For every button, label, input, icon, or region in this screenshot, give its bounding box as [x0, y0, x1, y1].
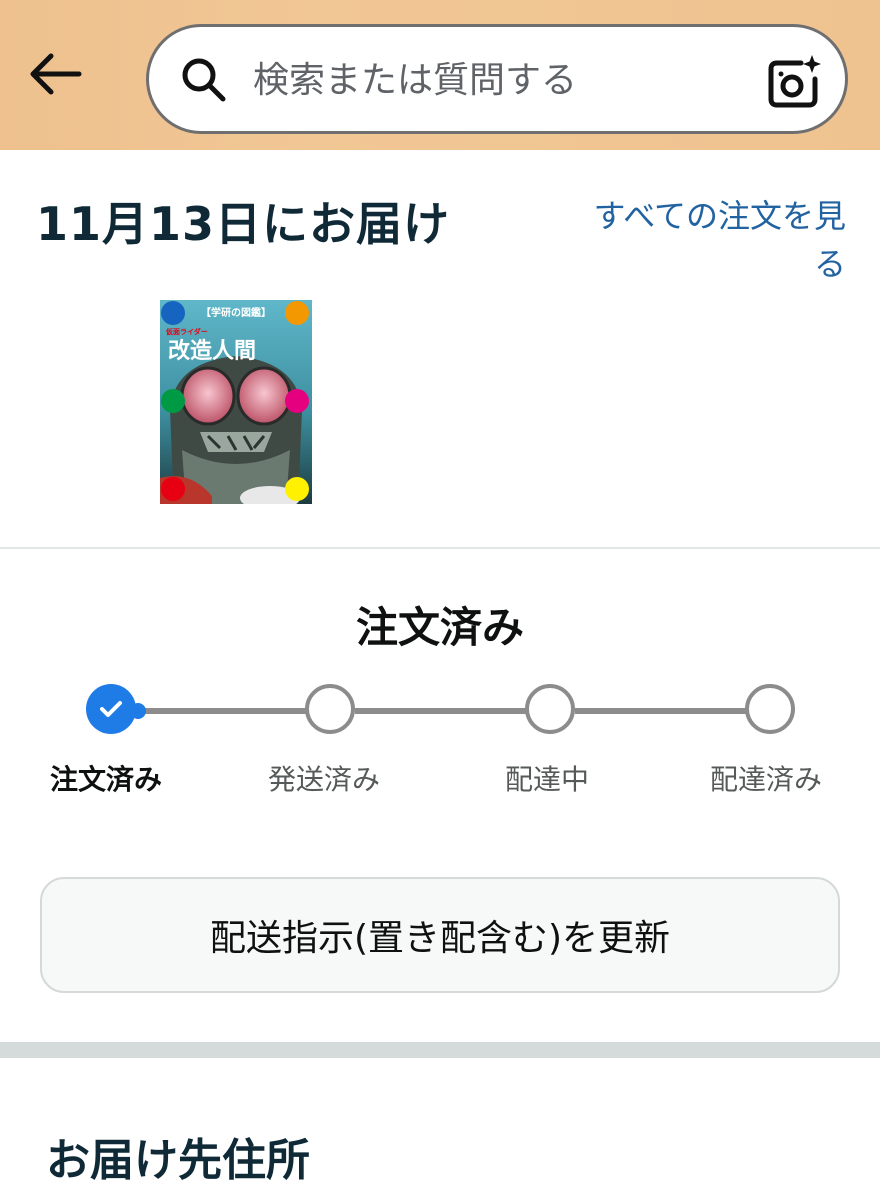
update-delivery-instructions-button[interactable]: 配送指示(置き配含む)を更新 — [40, 877, 840, 993]
book-dot-magenta — [285, 389, 309, 413]
progress-tracker — [0, 670, 880, 750]
book-dot-red — [161, 477, 185, 501]
step-label-delivered: 配達済み — [710, 763, 823, 796]
back-button[interactable] — [22, 44, 88, 104]
product-image[interactable]: 【学研の図鑑】 仮面ライダー 改造人間 — [160, 300, 312, 504]
section-divider — [0, 547, 880, 549]
step-node-delivered — [745, 684, 795, 734]
book-dot-orange — [285, 301, 309, 325]
step-connector-dot — [130, 703, 146, 719]
delivery-date-title: 11月13日にお届け — [36, 197, 451, 251]
checkmark-icon — [100, 701, 122, 717]
back-arrow-icon — [30, 53, 82, 95]
step-label-ordered: 注文済み — [50, 763, 163, 796]
top-header — [0, 0, 880, 150]
search-input[interactable] — [253, 49, 743, 111]
step-node-ordered — [86, 684, 136, 734]
order-status-title: 注文済み — [355, 603, 524, 652]
book-dot-green — [161, 389, 185, 413]
camera-lens-icon[interactable] — [765, 53, 823, 111]
search-bar[interactable] — [146, 24, 848, 134]
all-orders-link[interactable]: すべての注文を見る — [586, 192, 846, 288]
book-dot-blue — [161, 301, 185, 325]
step-node-shipped — [305, 684, 355, 734]
track-segment — [132, 708, 307, 714]
step-label-in-transit: 配達中 — [505, 763, 590, 796]
section-divider-thick — [0, 1042, 880, 1058]
step-label-shipped: 発送済み — [268, 763, 381, 796]
book-series-label: 【学研の図鑑】 — [201, 306, 271, 319]
shipping-address-title: お届け先住所 — [46, 1135, 310, 1186]
book-cover-art: 【学研の図鑑】 仮面ライダー 改造人間 — [160, 300, 312, 504]
book-dot-yellow — [285, 477, 309, 501]
track-segment — [355, 708, 527, 714]
book-title-text: 改造人間 — [168, 338, 256, 364]
step-node-in-transit — [525, 684, 575, 734]
book-brand-text: 仮面ライダー — [165, 327, 208, 336]
track-segment — [575, 708, 747, 714]
search-icon — [182, 58, 226, 102]
